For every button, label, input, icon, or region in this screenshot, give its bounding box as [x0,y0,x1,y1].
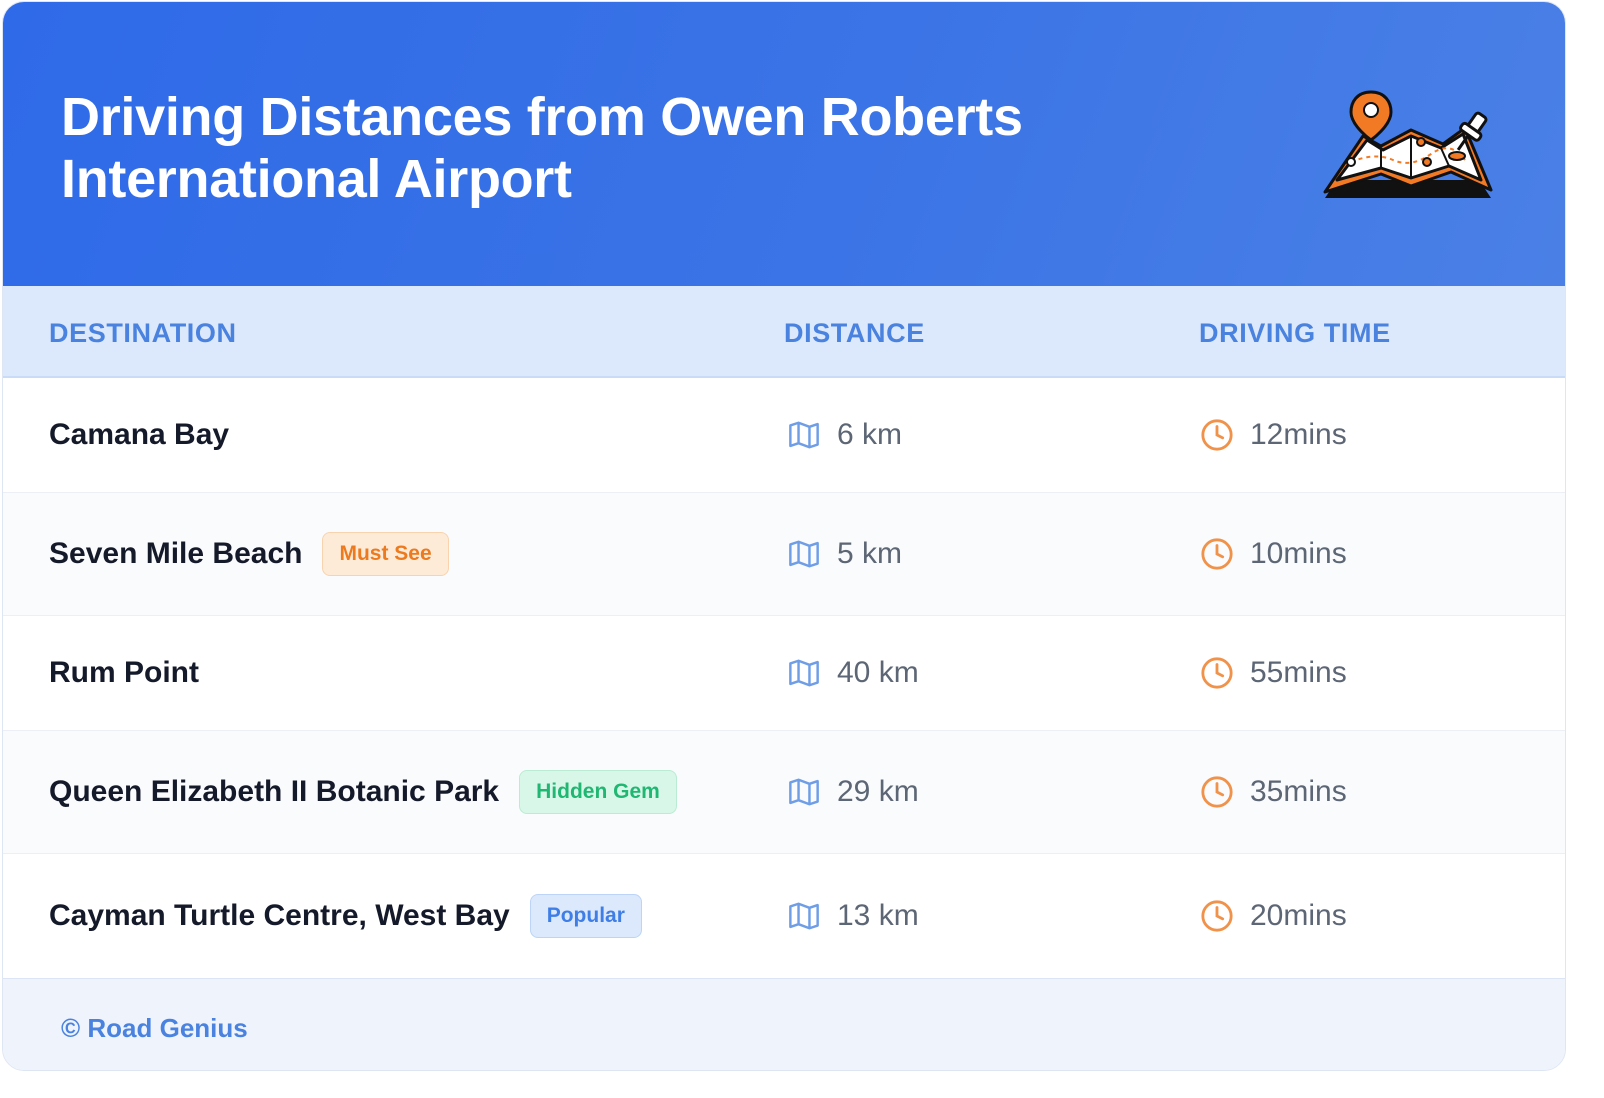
destination-name: Queen Elizabeth II Botanic Park [49,775,500,808]
driving-time-value: 10mins [1250,537,1347,570]
destination-name: Seven Mile Beach [49,537,303,570]
card-header: Driving Distances from Owen Roberts Inte… [3,2,1565,286]
distance-card: Driving Distances from Owen Roberts Inte… [2,1,1566,1071]
popular-badge: Popular [529,894,642,938]
clock-icon [1201,776,1233,808]
title-line-2: International Airport [61,149,572,209]
title-line-1: Driving Distances from Owen Roberts [61,87,1023,147]
distance-value: 6 km [837,418,903,451]
driving-time-value: 35mins [1250,775,1347,808]
destination-cell: Seven Mile Beach Must See [49,493,449,615]
destination-cell: Queen Elizabeth II Botanic Park Hidden G… [49,731,677,853]
time-cell: 10mins [1200,493,1347,615]
column-header-destination[interactable]: DESTINATION [49,318,237,349]
map-icon [789,421,819,449]
map-icon [789,659,819,687]
table-row: Cayman Turtle Centre, West Bay Popular 1… [3,854,1565,978]
destination-cell: Camana Bay [49,378,229,492]
clock-icon [1201,538,1233,570]
page-title: Driving Distances from Owen Roberts Inte… [61,86,1061,210]
copyright-credit: © Road Genius [61,1013,248,1043]
table-row: Camana Bay 6 km 12mins [3,378,1565,493]
distance-cell: 40 km [787,616,919,730]
clock-icon [1201,900,1233,932]
map-pin-illustration-icon [1323,90,1493,198]
distance-value: 40 km [837,656,919,689]
distance-value: 13 km [837,899,919,932]
map-icon [789,540,819,568]
card-footer: © Road Genius [3,978,1565,1070]
destination-name: Camana Bay [49,418,230,451]
time-cell: 35mins [1200,731,1347,853]
column-header-driving-time[interactable]: DRIVING TIME [1199,318,1391,349]
table-row: Seven Mile Beach Must See 5 km 10mins [3,493,1565,616]
distance-cell: 5 km [787,493,902,615]
time-cell: 12mins [1200,378,1347,492]
distance-value: 5 km [837,537,903,570]
clock-icon [1201,419,1233,451]
distance-cell: 13 km [787,854,919,978]
destination-name: Rum Point [49,656,199,689]
clock-icon [1201,657,1233,689]
map-icon [789,778,819,806]
destination-name: Cayman Turtle Centre, West Bay [49,899,510,932]
map-icon [789,902,819,930]
destination-cell: Cayman Turtle Centre, West Bay Popular [49,854,642,978]
table-row: Queen Elizabeth II Botanic Park Hidden G… [3,731,1565,854]
time-cell: 20mins [1200,854,1347,978]
distance-value: 29 km [837,775,919,808]
hidden-gem-badge: Hidden Gem [519,770,677,814]
destination-cell: Rum Point [49,616,199,730]
table-header: DESTINATION DISTANCE DRIVING TIME [3,286,1565,378]
time-cell: 55mins [1200,616,1347,730]
driving-time-value: 12mins [1250,418,1347,451]
driving-time-value: 55mins [1250,656,1347,689]
column-header-distance[interactable]: DISTANCE [784,318,925,349]
must-see-badge: Must See [322,532,449,576]
driving-time-value: 20mins [1250,899,1347,932]
distance-cell: 6 km [787,378,902,492]
distance-cell: 29 km [787,731,919,853]
table-row: Rum Point 40 km 55mins [3,616,1565,731]
